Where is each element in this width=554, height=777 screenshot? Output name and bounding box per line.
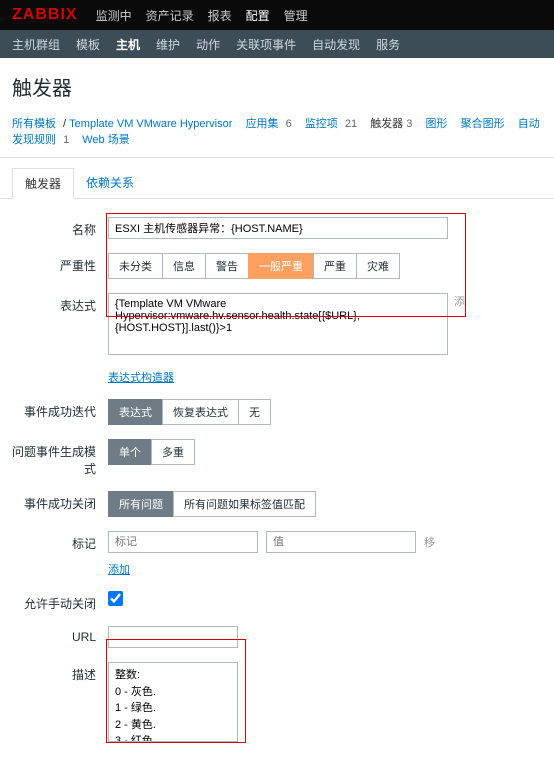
manual-close-label: 允许手动关闭 [12,591,108,612]
iter-recovery[interactable]: 恢复表达式 [162,399,239,425]
topnav-monitor[interactable]: 监测中 [96,7,132,24]
manual-close-checkbox[interactable] [108,591,123,606]
url-input[interactable] [108,626,238,648]
iter-expr[interactable]: 表达式 [108,399,163,425]
subnav-templates[interactable]: 模板 [76,36,100,53]
desc-textarea[interactable] [108,662,238,742]
sev-unclassified[interactable]: 未分类 [108,253,163,279]
expr-label: 表达式 [12,293,108,314]
trigger-form: 名称 严重性 未分类 信息 警告 一般严重 严重 灾难 表达式 添 表达式构造器… [0,199,554,777]
url-label: URL [12,626,108,644]
problem-mode-label: 问题事件生成模式 [12,439,108,477]
bc-graphs[interactable]: 图形 [425,118,447,130]
subnav-discovery[interactable]: 自动发现 [312,36,360,53]
subnav-maintenance[interactable]: 维护 [156,36,180,53]
subnav-services[interactable]: 服务 [376,36,400,53]
bc-web[interactable]: Web 场景 [82,134,129,146]
sev-warning[interactable]: 警告 [205,253,249,279]
topnav-admin[interactable]: 管理 [284,7,308,24]
tags-label: 标记 [12,531,108,552]
bc-items[interactable]: 监控项 [305,118,338,130]
bc-discovery-count: 1 [63,134,69,146]
subnav-hosts[interactable]: 主机 [116,36,140,53]
topnav-inventory[interactable]: 资产记录 [146,7,194,24]
topnav-reports[interactable]: 报表 [208,7,232,24]
sev-high[interactable]: 严重 [313,253,357,279]
bc-apps[interactable]: 应用集 [246,118,279,130]
expr-textarea[interactable] [108,293,448,355]
bc-screens[interactable]: 聚合图形 [461,118,505,130]
name-input[interactable] [108,217,448,239]
tab-trigger[interactable]: 触发器 [12,168,74,199]
tab-dependencies[interactable]: 依赖关系 [74,168,146,198]
bc-triggers-count: 3 [406,118,412,130]
bc-triggers: 触发器 [370,118,403,130]
subnav-actions[interactable]: 动作 [196,36,220,53]
bc-items-count: 21 [345,118,357,130]
sev-info[interactable]: 信息 [162,253,206,279]
sev-average[interactable]: 一般严重 [248,253,314,279]
event-iter-label: 事件成功迭代 [12,399,108,420]
logo: ZABBIX [12,6,78,24]
add-tag-link[interactable]: 添加 [108,564,130,576]
tag-name-input[interactable] [108,531,258,553]
name-label: 名称 [12,217,108,238]
mode-multiple[interactable]: 多重 [151,439,195,465]
bc-apps-count: 6 [286,118,292,130]
expr-builder-link[interactable]: 表达式构造器 [108,372,174,384]
sev-disaster[interactable]: 灾难 [356,253,400,279]
topnav-config[interactable]: 配置 [246,7,270,24]
subnav-hostgroups[interactable]: 主机群组 [12,36,60,53]
severity-group: 未分类 信息 警告 一般严重 严重 灾难 [108,253,542,279]
severity-label: 严重性 [12,253,108,274]
iter-none[interactable]: 无 [238,399,271,425]
add-hint[interactable]: 添 [454,293,465,355]
page-title: 触发器 [0,58,554,111]
breadcrumb: 所有模板 / Template VM VMware Hypervisor 应用集… [0,111,554,158]
tabs: 触发器 依赖关系 [0,158,554,199]
close-all[interactable]: 所有问题 [108,491,174,517]
desc-label: 描述 [12,662,108,683]
top-nav: 监测中 资产记录 报表 配置 管理 [96,7,308,24]
bc-all-templates[interactable]: 所有模板 [12,118,56,130]
subnav-correlation[interactable]: 关联项事件 [236,36,296,53]
close-tagmatch[interactable]: 所有问题如果标签值匹配 [173,491,316,517]
mode-single[interactable]: 单个 [108,439,152,465]
sub-bar: 主机群组 模板 主机 维护 动作 关联项事件 自动发现 服务 [0,30,554,58]
tag-value-input[interactable] [266,531,416,553]
top-bar: ZABBIX 监测中 资产记录 报表 配置 管理 [0,0,554,30]
ok-close-label: 事件成功关闭 [12,491,108,512]
bc-template[interactable]: Template VM VMware Hypervisor [69,118,232,130]
